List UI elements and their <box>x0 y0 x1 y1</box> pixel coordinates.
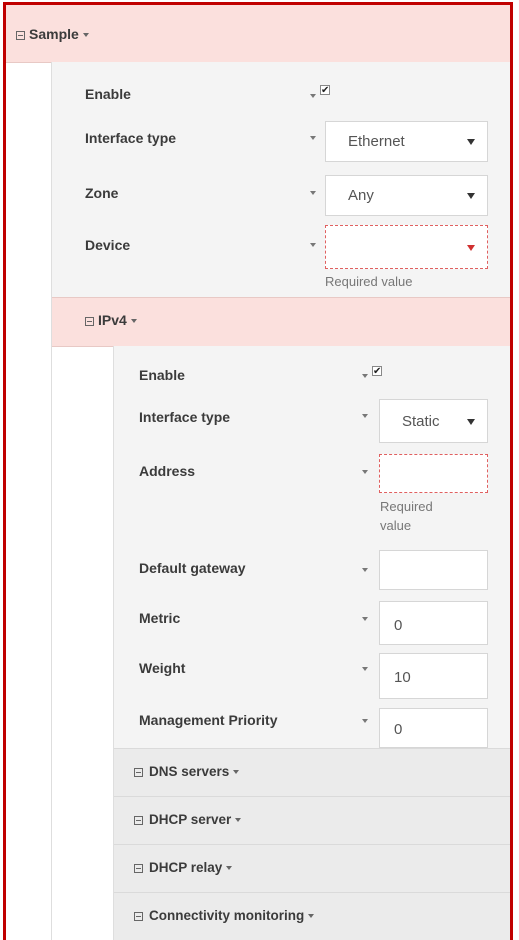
expand-icon[interactable] <box>134 815 143 825</box>
zone-value: Any <box>348 187 374 204</box>
ipv4-interface-type-select[interactable]: Static <box>379 399 488 443</box>
expand-icon[interactable] <box>134 911 143 921</box>
metric-value: 0 <box>394 617 403 634</box>
subsection-dhcp-server[interactable]: DHCP server <box>114 796 510 845</box>
ipv4-label-metric: Metric <box>139 610 181 626</box>
field-label-zone: Zone <box>85 185 119 201</box>
field-menu-caret[interactable] <box>362 719 368 723</box>
mgmt-priority-input[interactable]: 0 <box>379 708 488 748</box>
collapse-icon[interactable] <box>16 30 25 40</box>
field-label-interface-type: Interface type <box>85 130 177 146</box>
dropdown-arrow-icon <box>467 419 475 425</box>
weight-input[interactable]: 10 <box>379 653 488 699</box>
metric-input[interactable]: 0 <box>379 601 488 645</box>
chevron-down-icon[interactable] <box>235 818 242 823</box>
subsection-title-dhcp-server: DHCP server <box>149 812 232 827</box>
field-menu-caret[interactable] <box>362 667 368 671</box>
ipv4-interface-type-value: Static <box>402 413 440 430</box>
field-menu-caret[interactable] <box>362 617 368 621</box>
field-menu-caret[interactable] <box>310 243 316 247</box>
field-menu-caret[interactable] <box>362 470 368 474</box>
chevron-down-icon[interactable] <box>82 33 89 38</box>
dropdown-arrow-icon <box>467 245 475 251</box>
chevron-down-icon[interactable] <box>233 770 240 775</box>
ipv4-label-mgmt-priority: Management Priority <box>139 712 278 728</box>
field-menu-caret[interactable] <box>310 136 316 140</box>
ipv4-label-weight: Weight <box>139 660 186 676</box>
mgmt-priority-value: 0 <box>394 721 403 738</box>
collapse-icon[interactable] <box>85 316 94 326</box>
zone-select[interactable]: Any <box>325 175 488 216</box>
subsection-dhcp-relay[interactable]: DHCP relay <box>114 844 510 893</box>
field-menu-caret[interactable] <box>362 414 368 418</box>
chevron-down-icon[interactable] <box>226 866 233 871</box>
expand-icon[interactable] <box>134 767 143 777</box>
section-title-sample: Sample <box>29 26 79 42</box>
interface-type-select[interactable]: Ethernet <box>325 121 488 162</box>
dropdown-arrow-icon <box>467 139 475 145</box>
device-error-text: Required value <box>325 274 413 289</box>
field-menu-caret[interactable] <box>362 568 368 572</box>
section-header-sample[interactable]: Sample <box>6 5 510 63</box>
section-header-ipv4[interactable]: IPv4 <box>52 297 510 347</box>
subsection-title-dhcp-relay: DHCP relay <box>149 860 223 875</box>
ipv4-label-address: Address <box>139 463 196 479</box>
section-title-ipv4: IPv4 <box>98 312 127 328</box>
subsection-title-dns: DNS servers <box>149 764 230 779</box>
field-menu-caret[interactable] <box>310 94 316 98</box>
weight-value: 10 <box>394 669 411 686</box>
address-error-line2: value <box>380 518 412 533</box>
subsection-connectivity-monitoring[interactable]: Connectivity monitoring <box>114 892 510 940</box>
field-menu-caret[interactable] <box>310 191 316 195</box>
ipv4-label-interface-type: Interface type <box>139 409 231 425</box>
field-menu-caret[interactable] <box>362 374 368 378</box>
gateway-input[interactable] <box>379 550 488 590</box>
ipv4-label-enable: Enable <box>139 367 185 383</box>
address-error-line1: Required <box>380 499 433 514</box>
enable-checkbox[interactable]: ✔ <box>320 85 330 96</box>
chevron-down-icon[interactable] <box>130 319 137 324</box>
dropdown-arrow-icon <box>467 193 475 199</box>
subsection-dns-servers[interactable]: DNS servers <box>114 748 510 797</box>
ipv4-label-gateway: Default gateway <box>139 560 246 576</box>
address-input[interactable] <box>379 454 488 493</box>
chevron-down-icon[interactable] <box>308 914 315 919</box>
expand-icon[interactable] <box>134 863 143 873</box>
subsection-title-connectivity: Connectivity monitoring <box>149 908 305 923</box>
interface-type-value: Ethernet <box>348 133 405 150</box>
device-select[interactable] <box>325 225 488 269</box>
field-label-enable: Enable <box>85 86 131 102</box>
config-panel: Sample Enable ✔ Interface type Ethernet … <box>3 2 513 940</box>
field-label-device: Device <box>85 237 131 253</box>
ipv4-enable-checkbox[interactable]: ✔ <box>372 366 382 377</box>
